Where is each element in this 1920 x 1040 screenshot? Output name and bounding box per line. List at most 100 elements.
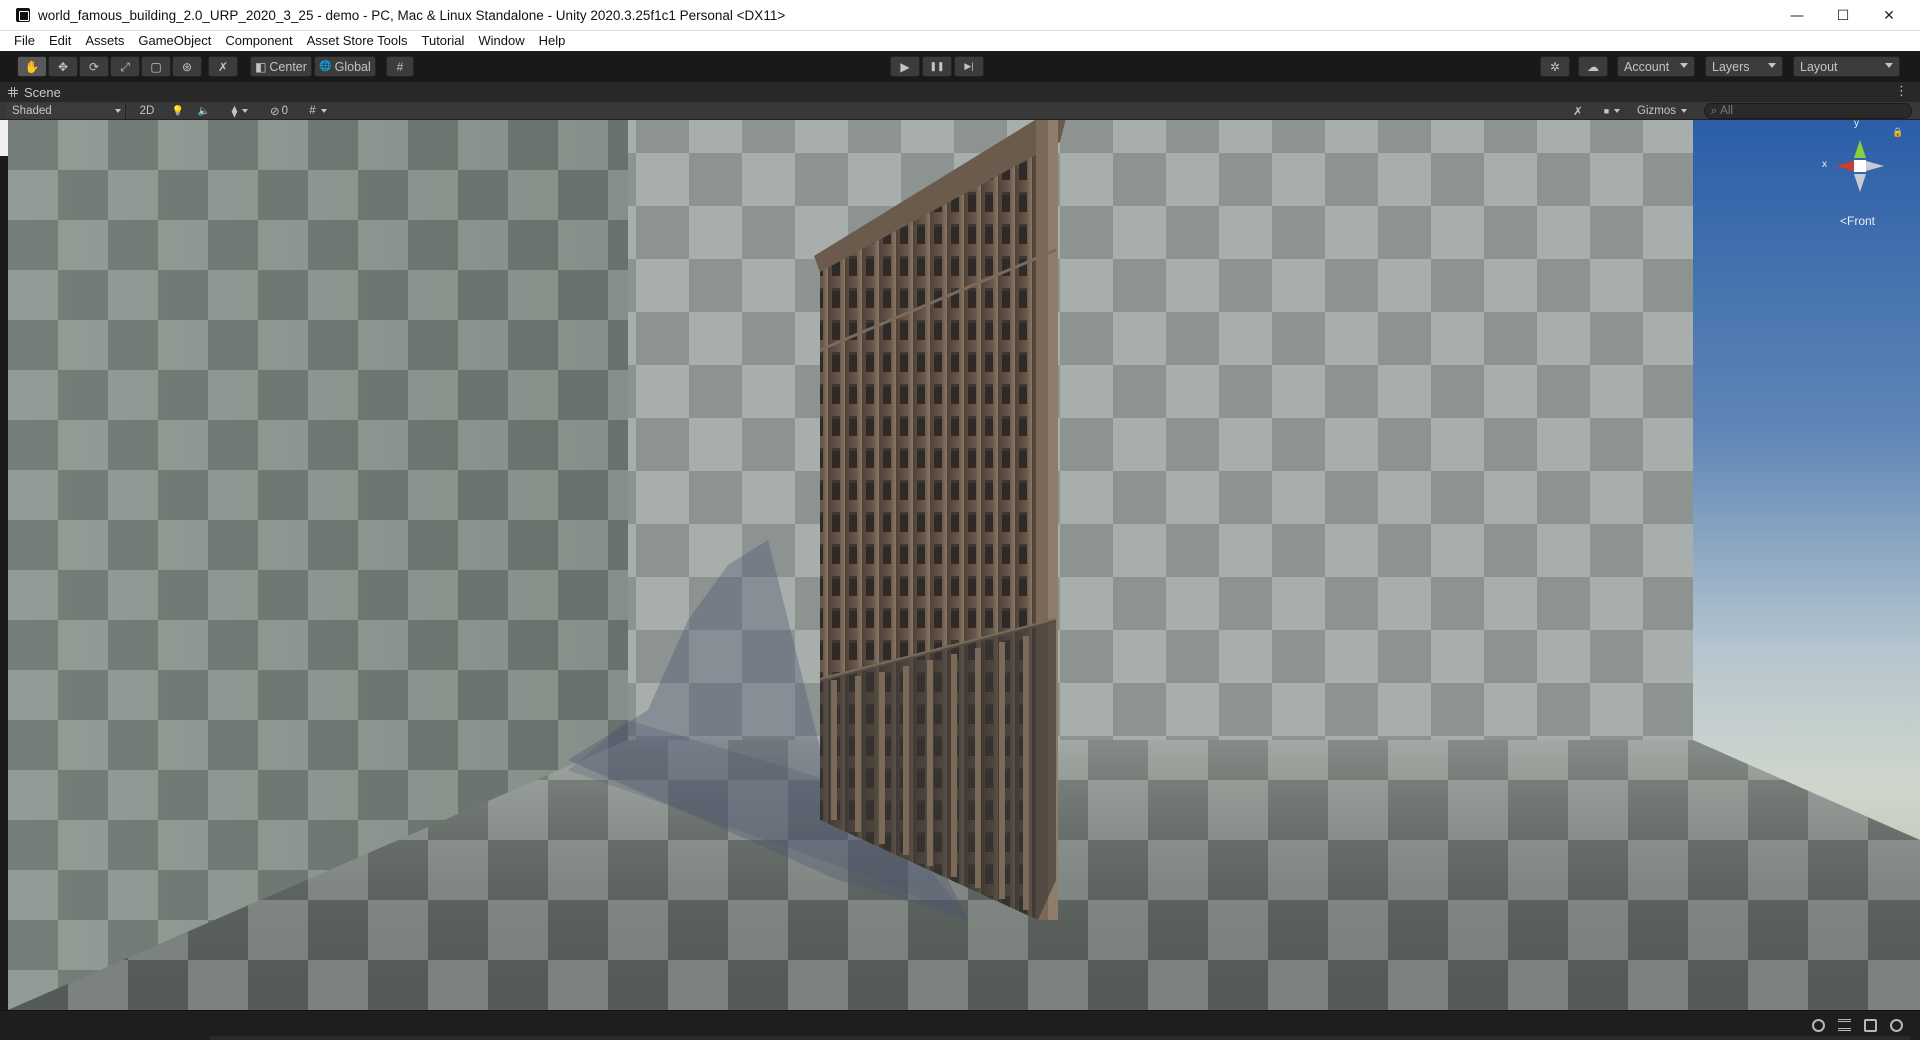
gizmo-lock-icon[interactable]: 🔒 [1892,128,1903,138]
rotate-tool-button[interactable]: ⟳ [79,56,109,77]
step-icon: ▶| [964,61,974,71]
chevron-down-icon [1768,63,1776,68]
scene-tools-toggle[interactable]: ✗ [1568,103,1588,119]
neg-x-axis-cone [1866,161,1884,171]
scale-tool-button[interactable]: ⤢ [110,56,140,77]
hidden-objects-toggle[interactable]: ⊘ 0 [263,103,295,119]
pivot-icon: ◧ [255,59,267,74]
play-button[interactable]: ▶ [890,56,920,77]
move-tool-button[interactable]: ✥ [48,56,78,77]
pivot-space-label: Global [334,59,371,74]
eye-slash-icon: ⊘ [269,106,280,118]
scene-grid-icon [8,87,18,97]
menu-bar: File Edit Assets GameObject Component As… [0,31,1920,51]
gizmo-center-cube [1854,160,1866,172]
scene-tab-bar: Scene ⋮ [0,82,1920,102]
grid-dropdown[interactable]: # [298,103,338,119]
2d-mode-toggle[interactable]: 2D [135,103,159,119]
lightbulb-icon: 💡 [171,105,185,117]
layers-dropdown[interactable]: Layers [1705,56,1783,77]
menu-window[interactable]: Window [471,31,531,51]
cloud-button[interactable]: ☁ [1578,56,1608,77]
layout-label: Layout [1800,59,1838,74]
account-label: Account [1624,59,1670,74]
menu-file[interactable]: File [0,31,42,51]
step-button[interactable]: ▶| [954,56,984,77]
scene-render [8,120,1920,1010]
hand-tool-button[interactable]: ✋ [17,56,47,77]
play-icon: ▶ [900,59,910,74]
globe-icon: 🌐 [319,60,332,72]
layout-dropdown[interactable]: Layout [1793,56,1900,77]
pause-button[interactable]: ❚❚ [922,56,952,77]
speaker-icon: 🔈 [197,105,211,117]
scene-camera-dropdown[interactable]: ■ [1597,103,1627,119]
snap-button[interactable]: # [386,56,414,77]
horizontal-scrollbar[interactable] [210,1036,1910,1040]
effects-icon: ⧫ [231,106,238,118]
chevron-down-icon [115,109,121,113]
rotate-icon: ⟳ [88,59,100,74]
left-panel-edge [0,120,8,1010]
draw-mode-dropdown[interactable]: Shaded [6,103,126,119]
menu-help[interactable]: Help [532,31,573,51]
collab-button[interactable]: ✲ [1540,56,1570,77]
window-titlebar: world_famous_building_2.0_URP_2020_3_25 … [0,0,1920,31]
tab-scene-label: Scene [24,84,61,100]
chevron-down-icon [242,109,249,113]
bug-icon[interactable] [1812,1019,1825,1032]
close-button[interactable]: ✕ [1866,0,1912,31]
hand-icon: ✋ [24,59,40,74]
check-icon[interactable] [1890,1019,1903,1032]
neg-y-axis-cone [1854,174,1866,192]
draw-mode-label: Shaded [12,105,52,117]
unity-logo-icon [16,8,30,22]
status-bar [0,1010,1920,1040]
x-axis-cone [1836,161,1854,171]
chevron-down-icon [1680,109,1687,113]
minimize-button[interactable]: — [1774,0,1820,31]
search-placeholder: All [1720,105,1733,117]
2d-mode-label: 2D [139,105,155,117]
scene-view-toolbar: Shaded 2D 💡 🔈 ⧫ ⊘ 0 # ✗ ■ Gizmos ⌕ All [0,102,1920,120]
pivot-space-toggle[interactable]: 🌐 Global [314,56,376,77]
gizmo-x-label: x [1822,159,1827,170]
layers-icon[interactable] [1838,1019,1851,1031]
collab-icon: ✲ [1549,59,1561,74]
window-title: world_famous_building_2.0_URP_2020_3_25 … [38,7,786,23]
maximize-button[interactable]: ☐ [1820,0,1866,31]
view-orientation-label[interactable]: <Front [1840,214,1875,228]
panel-menu-icon[interactable]: ⋮ [1895,84,1908,99]
account-dropdown[interactable]: Account [1617,56,1695,77]
scene-effects-dropdown[interactable]: ⧫ [220,103,260,119]
menu-component[interactable]: Component [218,31,299,51]
rect-tool-button[interactable]: ▢ [141,56,171,77]
scene-search-input[interactable]: ⌕ All [1704,103,1912,119]
menu-edit[interactable]: Edit [42,31,78,51]
scene-viewport[interactable]: y x <Front 🔒 [8,120,1920,1010]
menu-gameobject[interactable]: GameObject [131,31,218,51]
chevron-down-icon [1614,109,1621,113]
menu-tutorial[interactable]: Tutorial [415,31,472,51]
gizmos-dropdown[interactable]: Gizmos [1630,103,1694,119]
chevron-down-icon [1885,63,1893,68]
tab-scene[interactable]: Scene [8,82,61,102]
scene-lighting-toggle[interactable]: 💡 [168,103,188,119]
rect-icon: ▢ [150,59,162,74]
custom-tool-button[interactable]: ✗ [208,56,238,77]
transform-tool-button[interactable]: ⊛ [172,56,202,77]
pivot-mode-toggle[interactable]: ◧ Center [250,56,312,77]
grid-icon: # [309,105,316,117]
wrench-icon: ✗ [1573,106,1583,118]
hidden-objects-count: 0 [281,105,289,117]
search-icon: ⌕ [1711,104,1718,117]
menu-assets[interactable]: Assets [78,31,131,51]
layers-label: Layers [1712,59,1750,74]
scene-audio-toggle[interactable]: 🔈 [194,103,214,119]
menu-asset-store-tools[interactable]: Asset Store Tools [300,31,415,51]
pivot-mode-label: Center [269,59,307,74]
cloud-icon: ☁ [1587,59,1599,74]
progress-icon[interactable] [1864,1019,1877,1032]
scale-icon: ⤢ [120,59,130,74]
camera-icon: ■ [1603,106,1610,116]
